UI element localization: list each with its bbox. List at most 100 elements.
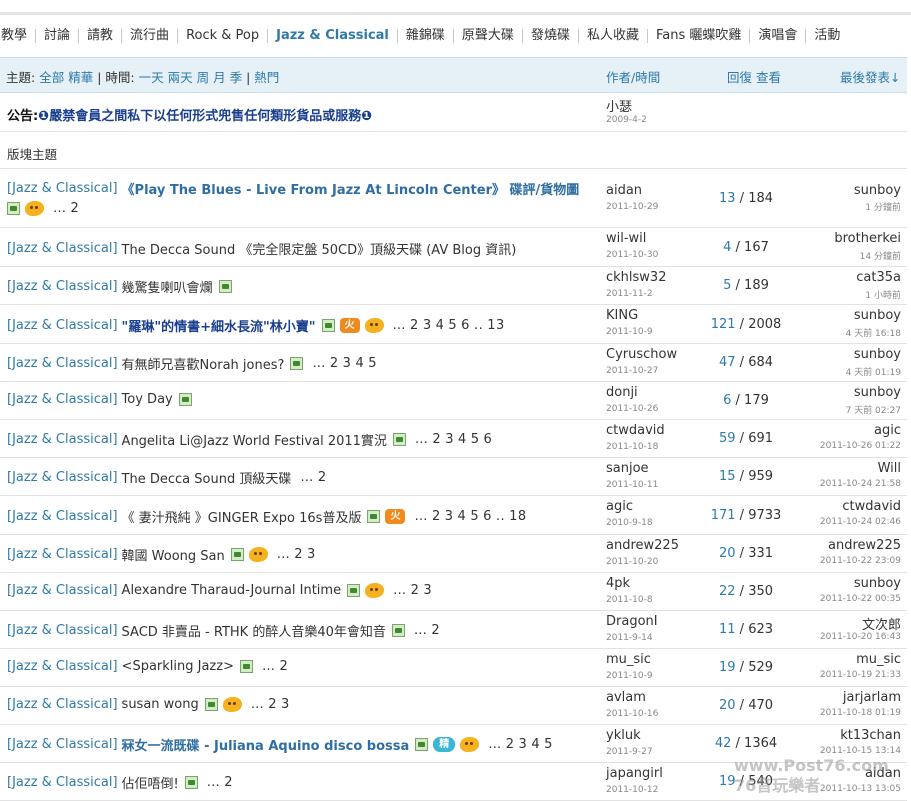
last-poster[interactable]: sunboy: [854, 308, 901, 323]
notice-author[interactable]: 小瑟: [606, 96, 632, 115]
thread-category-tag[interactable]: [Jazz & Classical]: [7, 356, 118, 371]
category-tab[interactable]: Fans 曬蝶吹雞: [648, 28, 749, 44]
page-link[interactable]: 6: [461, 318, 470, 333]
page-link[interactable]: 2: [431, 623, 440, 638]
reply-count[interactable]: 13: [719, 191, 736, 206]
thread-category-tag[interactable]: [Jazz & Classical]: [7, 775, 118, 790]
thread-title[interactable]: 冧女一流既碟 - Juliana Aquino disco bossa: [122, 735, 410, 754]
page-link[interactable]: 2: [268, 697, 277, 712]
reply-count[interactable]: 42: [715, 736, 732, 751]
page-link[interactable]: 3: [445, 432, 454, 447]
thread-title[interactable]: susan wong: [122, 697, 199, 712]
page-link[interactable]: 3: [423, 318, 432, 333]
reply-count[interactable]: 20: [719, 698, 736, 713]
page-link[interactable]: 2: [432, 432, 441, 447]
thread-category-tag[interactable]: [Jazz & Classical]: [7, 737, 118, 752]
thread-author[interactable]: DragonI: [606, 614, 658, 629]
filter-month[interactable]: 月: [213, 70, 226, 85]
page-link[interactable]: 4: [531, 737, 540, 752]
last-post-time[interactable]: 2011-10-22 23:09: [820, 556, 901, 566]
thread-title[interactable]: Toy Day: [122, 392, 173, 407]
page-link[interactable]: 2: [410, 318, 419, 333]
page-link[interactable]: 2: [71, 201, 80, 216]
thread-author[interactable]: donji: [606, 385, 638, 400]
category-tab[interactable]: 教學: [0, 28, 35, 44]
page-link[interactable]: 2: [294, 547, 303, 562]
thread-title[interactable]: "羅琳"的情書+細水長流"林小寶": [122, 316, 316, 335]
thread-author[interactable]: mu_sic: [606, 652, 651, 667]
thread-category-tag[interactable]: [Jazz & Classical]: [7, 697, 118, 712]
thread-author[interactable]: ykluk: [606, 728, 641, 743]
reply-count[interactable]: 47: [719, 355, 736, 370]
page-link[interactable]: 18: [509, 509, 527, 524]
page-link[interactable]: 6: [484, 432, 493, 447]
thread-category-tag[interactable]: [Jazz & Classical]: [7, 181, 118, 196]
thread-category-tag[interactable]: [Jazz & Classical]: [7, 547, 118, 562]
thread-author[interactable]: aidan: [606, 183, 642, 198]
thread-title[interactable]: 佔佢唔倒!: [122, 773, 179, 792]
reply-count[interactable]: 19: [719, 660, 736, 675]
thread-title[interactable]: <Sparkling Jazz>: [122, 659, 234, 674]
thread-author[interactable]: andrew225: [606, 538, 679, 553]
last-post-time[interactable]: 4 天前 01:19: [846, 365, 901, 378]
last-post-time[interactable]: 4 天前 16:18: [846, 326, 901, 339]
thread-category-tag[interactable]: [Jazz & Classical]: [7, 470, 118, 485]
last-post-time[interactable]: 2011-10-26 01:22: [820, 441, 901, 451]
last-poster[interactable]: mu_sic: [856, 652, 901, 667]
reply-count[interactable]: 171: [711, 508, 736, 523]
last-poster[interactable]: agic: [874, 423, 901, 438]
last-poster[interactable]: jarjarlam: [843, 690, 901, 705]
reply-count[interactable]: 11: [719, 622, 736, 637]
last-poster[interactable]: Will: [878, 461, 901, 476]
page-link[interactable]: 3: [343, 356, 352, 371]
thread-author[interactable]: agic: [606, 499, 633, 514]
page-link[interactable]: 4: [436, 318, 445, 333]
column-author-time[interactable]: 作者/時間: [606, 67, 660, 86]
thread-title[interactable]: 幾驚隻喇叭會爛: [122, 277, 213, 296]
page-link[interactable]: 5: [448, 318, 457, 333]
category-tab[interactable]: 發燒碟: [523, 28, 578, 44]
page-link[interactable]: 3: [445, 509, 454, 524]
thread-category-tag[interactable]: [Jazz & Classical]: [7, 623, 118, 638]
last-post-time[interactable]: 7 天前 02:27: [846, 403, 901, 416]
thread-author[interactable]: avlam: [606, 690, 646, 705]
page-link[interactable]: 3: [519, 737, 528, 752]
thread-category-tag[interactable]: [Jazz & Classical]: [7, 432, 118, 447]
column-replies-views[interactable]: 回復 查看: [727, 67, 781, 86]
thread-title[interactable]: SACD 非賣品 - RTHK 的醉人音樂40年會知音: [122, 621, 386, 640]
thread-author[interactable]: KING: [606, 308, 638, 323]
page-link[interactable]: 3: [281, 697, 290, 712]
thread-title[interactable]: 有無師兄喜歡Norah jones?: [122, 354, 285, 373]
reply-count[interactable]: 15: [719, 469, 736, 484]
page-link[interactable]: 3: [307, 547, 316, 562]
thread-author[interactable]: ckhlsw32: [606, 270, 666, 285]
thread-title[interactable]: Alexandre Tharaud-Journal Intime: [122, 583, 342, 598]
last-post-time[interactable]: 1 小時前: [865, 288, 901, 301]
thread-author[interactable]: ctwdavid: [606, 423, 665, 438]
thread-category-tag[interactable]: [Jazz & Classical]: [7, 318, 118, 333]
filter-week[interactable]: 周: [197, 70, 210, 85]
page-link[interactable]: 2: [506, 737, 515, 752]
category-tab[interactable]: 原聲大碟: [454, 28, 522, 44]
page-link[interactable]: 5: [368, 356, 377, 371]
filter-one-day[interactable]: 一天: [139, 70, 164, 85]
column-last-post[interactable]: 最後發表↓: [840, 67, 900, 86]
thread-author[interactable]: Cyruschow: [606, 347, 677, 362]
page-link[interactable]: 2: [279, 659, 288, 674]
category-tab[interactable]: Rock & Pop: [178, 28, 267, 44]
thread-category-tag[interactable]: [Jazz & Classical]: [7, 659, 118, 674]
thread-category-tag[interactable]: [Jazz & Classical]: [7, 509, 118, 524]
thread-author[interactable]: wil-wil: [606, 231, 646, 246]
thread-author[interactable]: sanjoe: [606, 461, 649, 476]
last-post-time[interactable]: 2011-10-15 13:14: [820, 746, 901, 756]
page-link[interactable]: 4: [355, 356, 364, 371]
category-tab[interactable]: 私人收藏: [579, 28, 647, 44]
page-link[interactable]: 2: [318, 470, 327, 485]
page-link[interactable]: 2: [411, 583, 420, 598]
thread-category-tag[interactable]: [Jazz & Classical]: [7, 279, 118, 294]
thread-title[interactable]: 韓國 Woong San: [122, 545, 225, 564]
last-post-time[interactable]: 2011-10-19 21:33: [820, 670, 901, 680]
thread-category-tag[interactable]: [Jazz & Classical]: [7, 241, 118, 256]
thread-title[interactable]: Angelita Li@Jazz World Festival 2011實況: [122, 430, 387, 449]
filter-two-days[interactable]: 兩天: [168, 70, 193, 85]
